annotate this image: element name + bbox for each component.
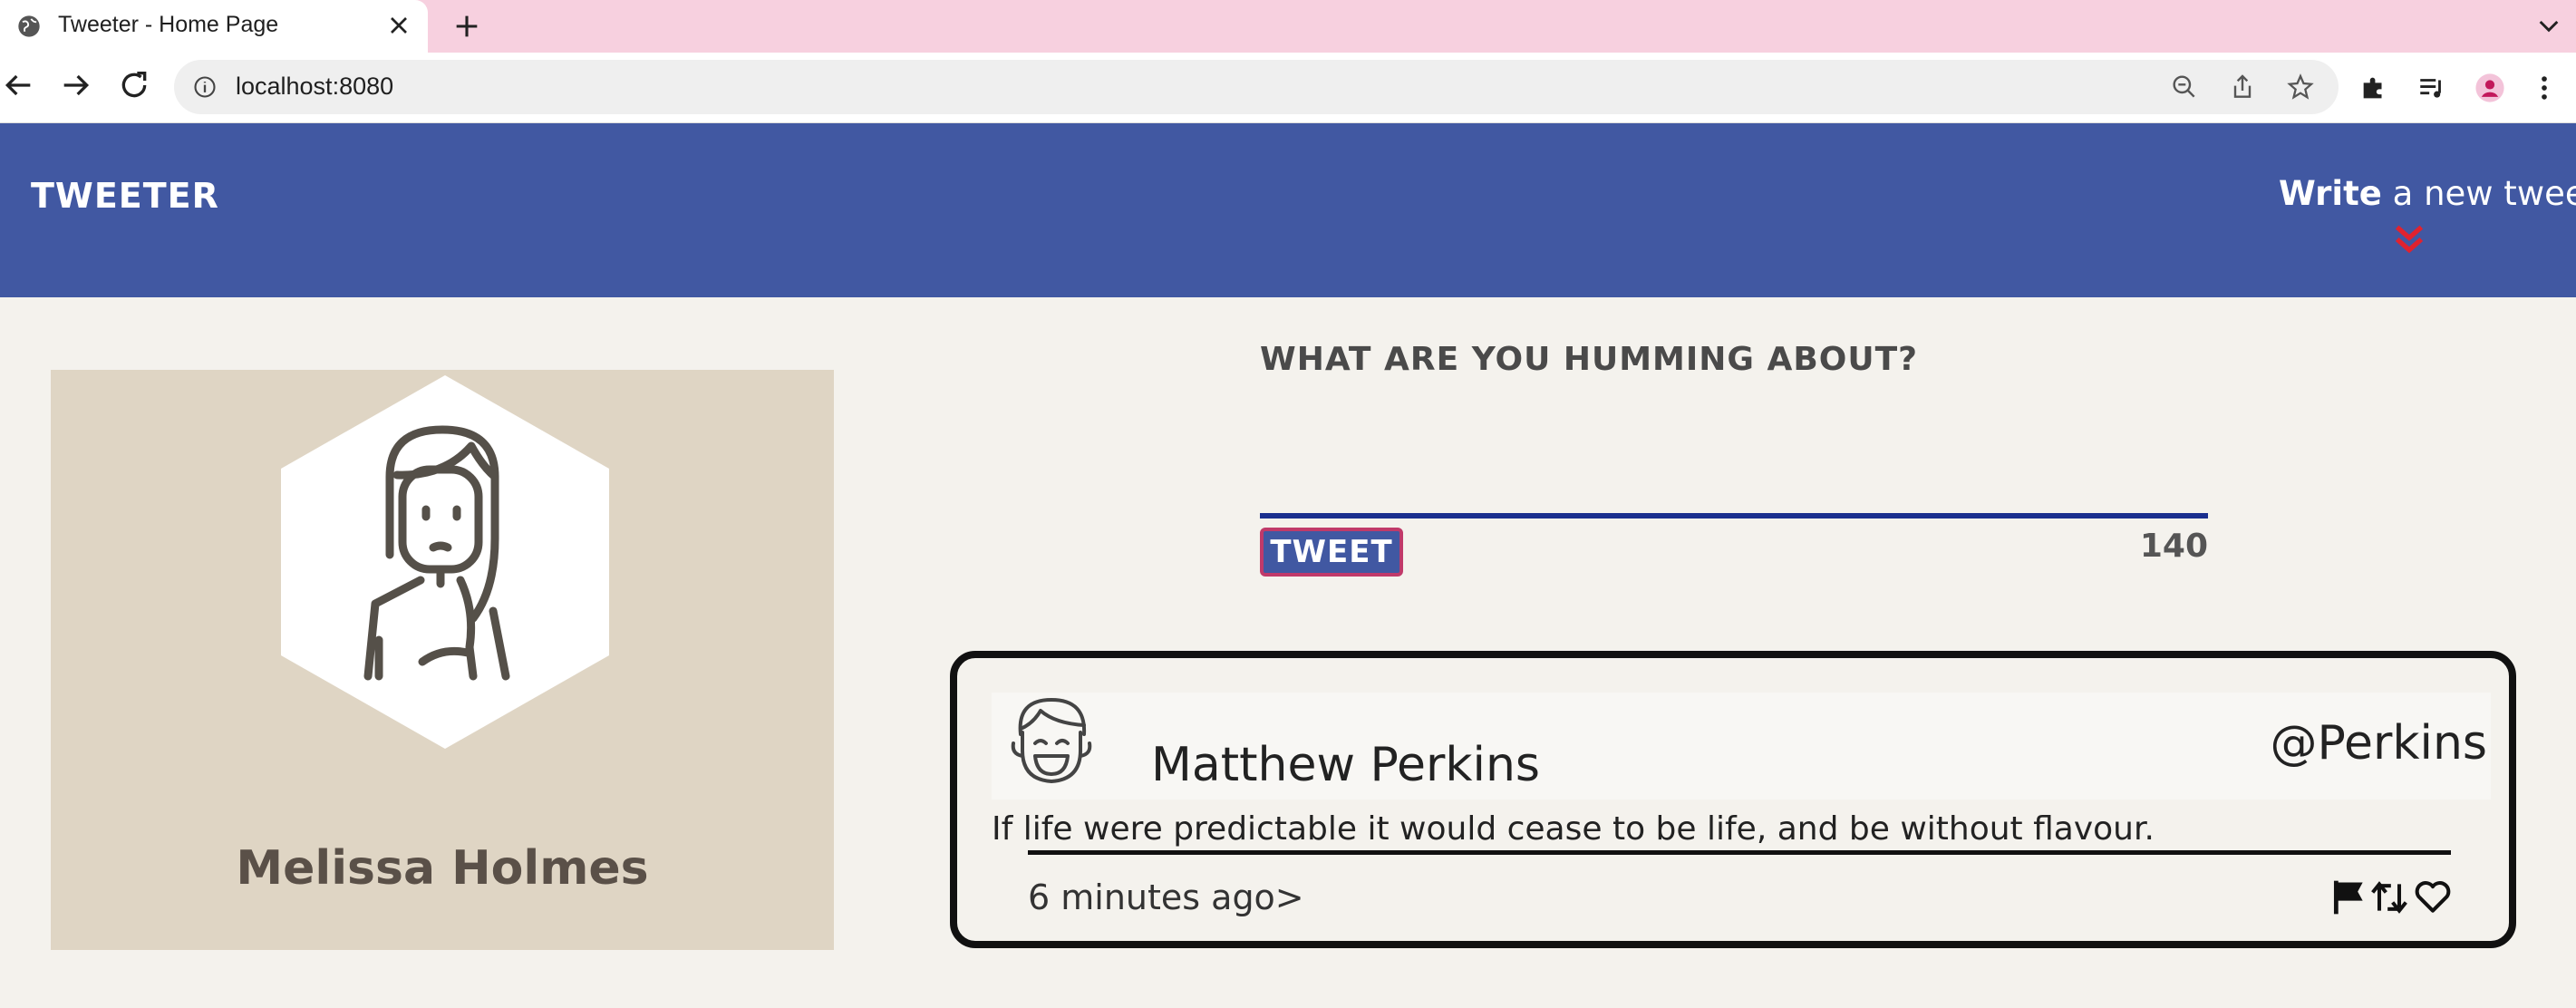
- bookmark-star-icon[interactable]: [2286, 73, 2315, 102]
- character-counter: 140: [2139, 528, 2208, 565]
- share-icon[interactable]: [2228, 73, 2257, 102]
- heart-icon[interactable]: [2413, 877, 2453, 917]
- close-icon[interactable]: [384, 11, 413, 40]
- tab-title: Tweeter - Home Page: [58, 12, 279, 37]
- new-tab-plus-icon[interactable]: [451, 11, 482, 42]
- write-label-rest: a new tweet: [2392, 174, 2576, 213]
- tweet-textarea[interactable]: [1260, 395, 2208, 519]
- profile-card: Melissa Holmes: [51, 370, 834, 950]
- tweet-content: If life were predictable it would cease …: [992, 810, 2155, 848]
- browser-tab-bar: Tweeter - Home Page: [0, 0, 2576, 53]
- flag-icon[interactable]: [2329, 877, 2369, 917]
- write-label-bold: Write: [2279, 174, 2382, 213]
- tweet-actions: [2329, 877, 2456, 919]
- url-text: localhost:8080: [236, 73, 394, 100]
- address-bar[interactable]: localhost:8080: [174, 60, 2339, 114]
- write-new-tweet-link[interactable]: Write a new tweet: [2279, 174, 2576, 213]
- tweet-divider: [1028, 850, 2451, 855]
- tweet-header: Matthew Perkins @Perkins: [992, 693, 2491, 800]
- tweet-author-handle: @Perkins: [2270, 716, 2487, 771]
- back-arrow-icon[interactable]: [0, 67, 36, 103]
- double-chevron-down-icon[interactable]: [2391, 221, 2427, 257]
- reload-icon[interactable]: [116, 67, 152, 103]
- browser-tab[interactable]: Tweeter - Home Page: [0, 0, 428, 53]
- tweet-author-avatar: [1011, 698, 1092, 783]
- media-queue-icon[interactable]: [2416, 73, 2447, 103]
- profile-name: Melissa Holmes: [236, 841, 649, 896]
- app-logo[interactable]: Tweeter: [31, 176, 219, 216]
- kebab-menu-icon[interactable]: [2529, 73, 2560, 103]
- retweet-icon[interactable]: [2369, 877, 2409, 917]
- tweet-card: Matthew Perkins @Perkins If life were pr…: [950, 651, 2516, 948]
- globe-icon: [18, 15, 40, 37]
- zoom-out-icon[interactable]: [2170, 73, 2199, 102]
- tweet-author-name: Matthew Perkins: [1151, 738, 1540, 792]
- profile-avatar-icon[interactable]: [2474, 73, 2505, 103]
- browser-toolbar: localhost:8080: [0, 53, 2576, 123]
- info-icon[interactable]: [192, 74, 218, 100]
- profile-avatar: [281, 375, 609, 749]
- forward-arrow-icon[interactable]: [58, 67, 94, 103]
- extensions-puzzle-icon[interactable]: [2358, 73, 2389, 103]
- compose-title: What are you humming about?: [1260, 341, 1919, 378]
- tweet-timestamp: 6 minutes ago>: [1028, 877, 1304, 917]
- tweet-button[interactable]: Tweet: [1260, 528, 1403, 577]
- app-header: Tweeter Write a new tweet: [0, 123, 2576, 297]
- chevron-down-icon[interactable]: [2534, 11, 2563, 40]
